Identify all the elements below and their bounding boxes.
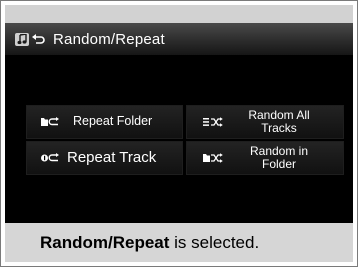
random-all-tracks-label: Random All Tracks: [237, 109, 321, 134]
list-shuffle-icon: [203, 117, 223, 127]
random-in-folder-label: Random in Folder: [237, 145, 321, 170]
caption-text: Random/Repeat is selected.: [40, 233, 259, 253]
track-repeat-icon: [41, 153, 61, 163]
repeat-folder-button[interactable]: Repeat Folder: [26, 105, 183, 139]
title-icons: [15, 32, 45, 46]
random-in-folder-button[interactable]: Random in Folder: [186, 141, 344, 175]
caption-bold: Random/Repeat: [40, 232, 170, 252]
title-bar: Random/Repeat: [5, 23, 353, 55]
audio-screen: Random/Repeat Repeat Folder Random All T…: [5, 23, 353, 223]
repeat-track-label: Repeat Track: [67, 149, 157, 167]
random-all-tracks-line2: Tracks: [261, 121, 297, 135]
folder-shuffle-icon: [203, 153, 223, 163]
random-all-tracks-button[interactable]: Random All Tracks: [186, 105, 344, 139]
repeat-track-button[interactable]: Repeat Track: [26, 141, 183, 175]
screen-title: Random/Repeat: [53, 30, 165, 48]
caption-bar: Random/Repeat is selected.: [5, 223, 353, 262]
music-note-icon: [15, 32, 29, 46]
top-bar: [5, 5, 353, 23]
back-arrow-icon[interactable]: [31, 33, 45, 46]
caption-rest: is selected.: [169, 232, 260, 252]
folder-repeat-icon: [41, 117, 61, 127]
random-in-folder-line2: Folder: [261, 157, 296, 171]
repeat-folder-label: Repeat Folder: [73, 114, 153, 129]
